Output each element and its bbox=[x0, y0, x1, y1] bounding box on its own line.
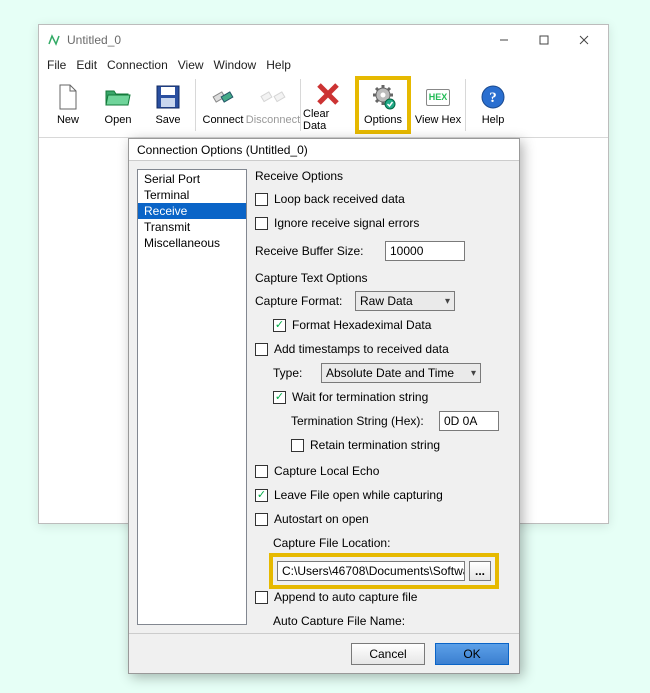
capture-format-label: Capture Format: bbox=[255, 294, 355, 308]
leave-file-open-checkbox[interactable]: ✓ bbox=[255, 489, 268, 502]
dialog-title: Connection Options (Untitled_0) bbox=[129, 139, 519, 161]
connect-plug-icon bbox=[210, 81, 236, 113]
category-transmit[interactable]: Transmit bbox=[138, 219, 246, 235]
retain-termination-label: Retain termination string bbox=[310, 438, 440, 452]
add-timestamps-label: Add timestamps to received data bbox=[274, 342, 449, 356]
ignore-errors-label: Ignore receive signal errors bbox=[274, 216, 419, 230]
capture-local-echo-label: Capture Local Echo bbox=[274, 464, 379, 478]
buffer-size-label: Receive Buffer Size: bbox=[255, 244, 375, 258]
options-dialog: Connection Options (Untitled_0) Serial P… bbox=[128, 138, 520, 674]
append-auto-capture-checkbox[interactable] bbox=[255, 591, 268, 604]
autostart-label: Autostart on open bbox=[274, 512, 369, 526]
browse-button[interactable]: ... bbox=[469, 561, 491, 581]
gear-icon bbox=[369, 81, 397, 113]
minimize-button[interactable] bbox=[484, 26, 524, 54]
menu-file[interactable]: File bbox=[47, 58, 66, 72]
menu-edit[interactable]: Edit bbox=[76, 58, 97, 72]
capture-file-location-label: Capture File Location: bbox=[273, 536, 390, 550]
clear-x-icon bbox=[315, 81, 341, 107]
append-auto-capture-label: Append to auto capture file bbox=[274, 590, 417, 604]
retain-termination-checkbox[interactable] bbox=[291, 439, 304, 452]
menubar: File Edit Connection View Window Help bbox=[39, 55, 608, 75]
open-button[interactable]: Open bbox=[93, 79, 143, 131]
options-button[interactable]: Options bbox=[358, 79, 408, 131]
window-title: Untitled_0 bbox=[67, 33, 121, 47]
leave-file-open-label: Leave File open while capturing bbox=[274, 488, 443, 502]
dialog-footer: Cancel OK bbox=[129, 633, 519, 673]
capture-options-title: Capture Text Options bbox=[255, 271, 511, 285]
category-list[interactable]: Serial Port Terminal Receive Transmit Mi… bbox=[137, 169, 247, 625]
menu-help[interactable]: Help bbox=[266, 58, 291, 72]
disconnect-button[interactable]: Disconnect bbox=[248, 79, 298, 131]
disconnect-plug-icon bbox=[260, 81, 286, 113]
buffer-size-input[interactable]: 10000 bbox=[385, 241, 465, 261]
receive-options-title: Receive Options bbox=[255, 169, 511, 183]
category-miscellaneous[interactable]: Miscellaneous bbox=[138, 235, 246, 251]
capture-local-echo-checkbox[interactable] bbox=[255, 465, 268, 478]
open-folder-icon bbox=[104, 81, 132, 113]
maximize-button[interactable] bbox=[524, 26, 564, 54]
autostart-checkbox[interactable] bbox=[255, 513, 268, 526]
format-hex-label: Format Hexadeximal Data bbox=[292, 318, 431, 332]
menu-view[interactable]: View bbox=[178, 58, 204, 72]
auto-capture-filename-label: Auto Capture File Name: bbox=[273, 614, 405, 625]
category-receive[interactable]: Receive bbox=[138, 203, 246, 219]
format-hex-checkbox[interactable]: ✓ bbox=[273, 319, 286, 332]
termination-string-label: Termination String (Hex): bbox=[291, 414, 431, 428]
category-serial-port[interactable]: Serial Port bbox=[138, 171, 246, 187]
cancel-button[interactable]: Cancel bbox=[351, 643, 425, 665]
svg-text:?: ? bbox=[489, 90, 497, 106]
ts-type-label: Type: bbox=[273, 366, 313, 380]
wait-termination-checkbox[interactable]: ✓ bbox=[273, 391, 286, 404]
category-terminal[interactable]: Terminal bbox=[138, 187, 246, 203]
help-icon: ? bbox=[480, 81, 506, 113]
connect-button[interactable]: Connect bbox=[198, 79, 248, 131]
capture-format-select[interactable]: Raw Data▾ bbox=[355, 291, 455, 311]
clear-data-button[interactable]: Clear Data bbox=[303, 79, 353, 131]
ok-button[interactable]: OK bbox=[435, 643, 509, 665]
help-button[interactable]: ? Help bbox=[468, 79, 518, 131]
menu-connection[interactable]: Connection bbox=[107, 58, 168, 72]
app-icon bbox=[47, 32, 61, 49]
wait-termination-label: Wait for termination string bbox=[292, 390, 428, 404]
add-timestamps-checkbox[interactable] bbox=[255, 343, 268, 356]
loopback-label: Loop back received data bbox=[274, 192, 405, 206]
save-button[interactable]: Save bbox=[143, 79, 193, 131]
ts-type-select[interactable]: Absolute Date and Time▾ bbox=[321, 363, 481, 383]
save-floppy-icon bbox=[155, 81, 181, 113]
view-hex-button[interactable]: HEX View Hex bbox=[413, 79, 463, 131]
ignore-errors-checkbox[interactable] bbox=[255, 217, 268, 230]
chevron-down-icon: ▾ bbox=[471, 368, 476, 379]
close-button[interactable] bbox=[564, 26, 604, 54]
new-file-icon bbox=[56, 81, 80, 113]
capture-file-location-highlight: C:\Users\46708\Documents\Softwares\Co ..… bbox=[273, 557, 495, 585]
capture-file-location-input[interactable]: C:\Users\46708\Documents\Softwares\Co bbox=[277, 561, 465, 581]
titlebar: Untitled_0 bbox=[39, 25, 608, 55]
hex-icon: HEX bbox=[426, 81, 451, 113]
new-button[interactable]: New bbox=[43, 79, 93, 131]
loopback-checkbox[interactable] bbox=[255, 193, 268, 206]
menu-window[interactable]: Window bbox=[214, 58, 257, 72]
toolbar: New Open Save Connect bbox=[39, 75, 608, 138]
receive-panel: Receive Options Loop back received data … bbox=[255, 169, 511, 625]
chevron-down-icon: ▾ bbox=[445, 296, 450, 307]
termination-string-input[interactable]: 0D 0A bbox=[439, 411, 499, 431]
